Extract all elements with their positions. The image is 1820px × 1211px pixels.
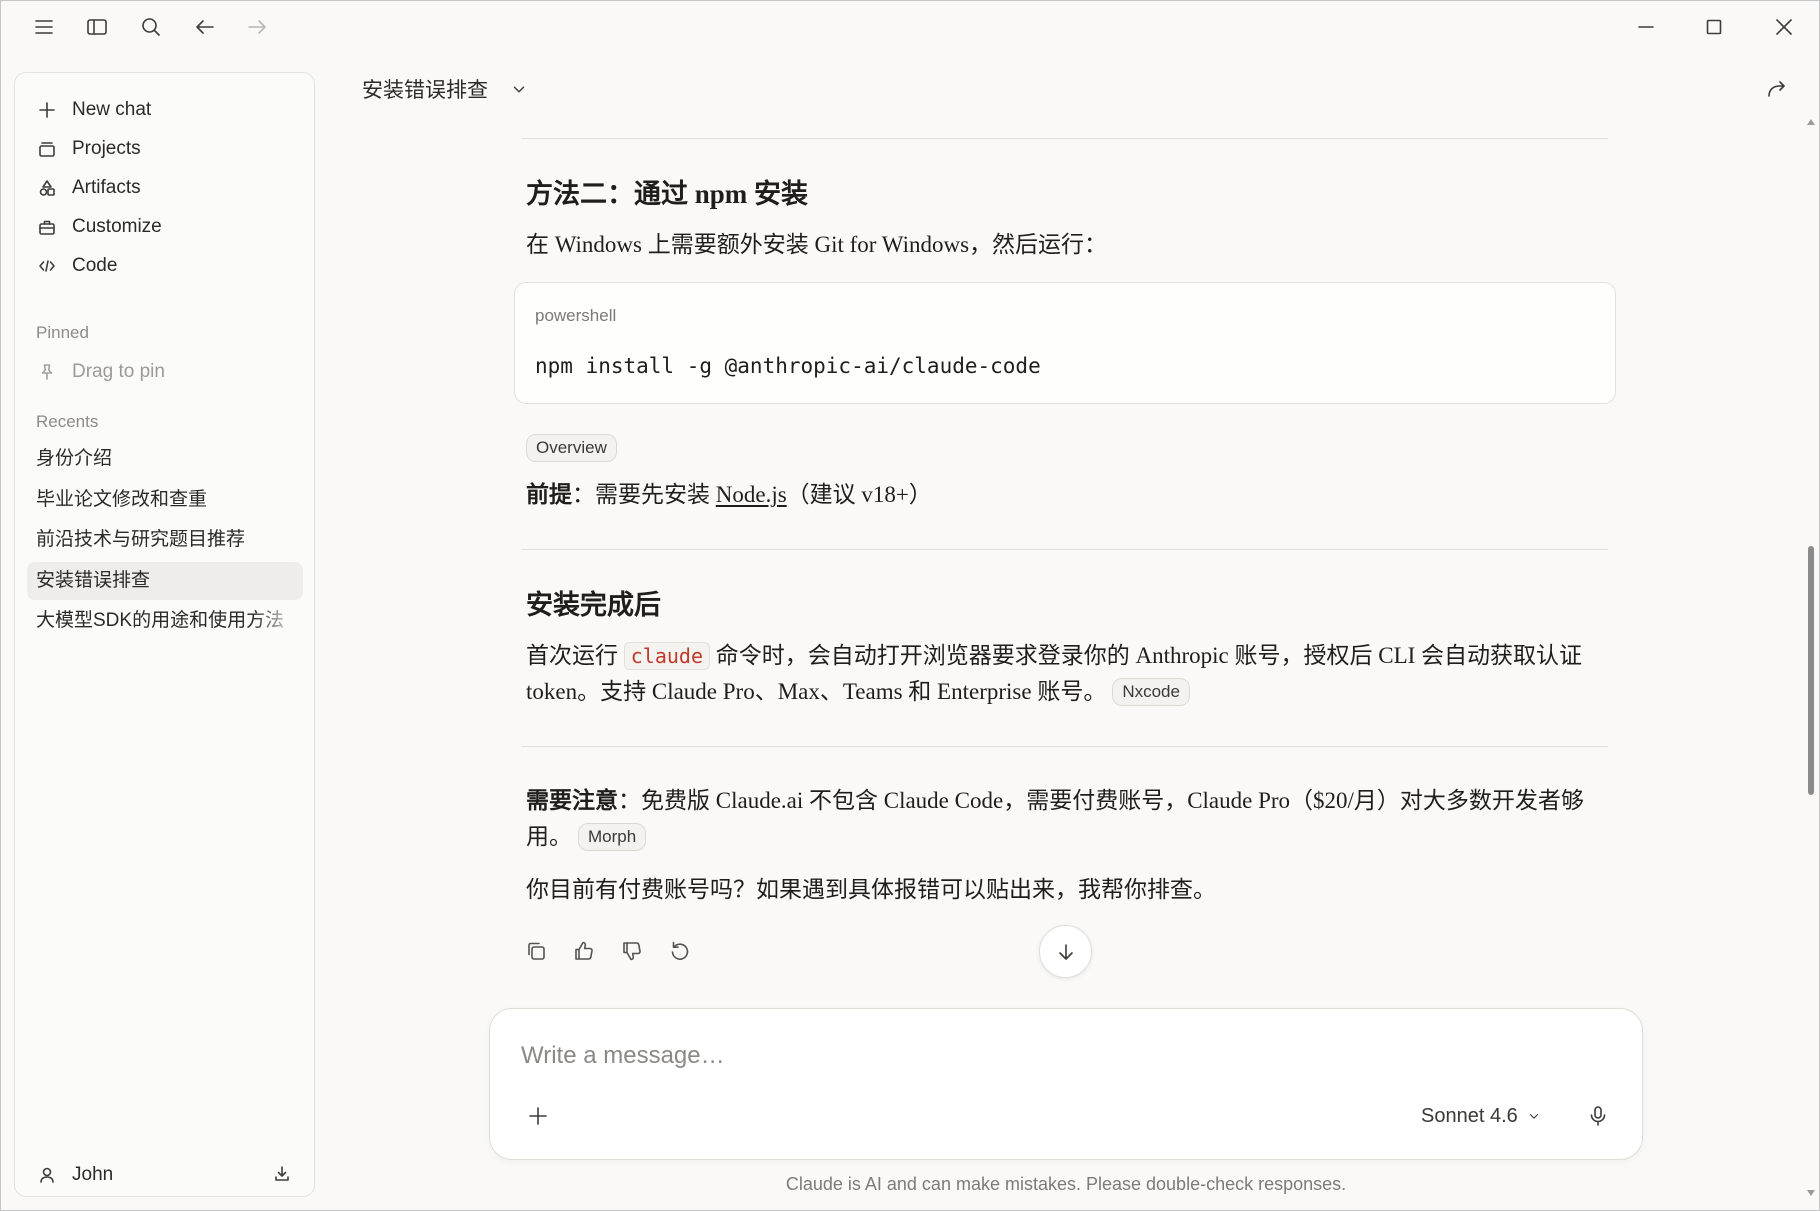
back-arrow-icon[interactable] [193,15,217,39]
sidebar-item-customize[interactable]: Customize [15,207,314,246]
divider [522,138,1608,139]
scroll-to-bottom-button[interactable] [1039,925,1092,978]
recents-list: 身份介绍 毕业论文修改和查重 前沿技术与研究题目推荐 安装错误排查 大模型SDK… [27,440,303,643]
copy-icon[interactable] [524,939,548,963]
drag-to-pin-label: Drag to pin [72,360,165,382]
source-row: Overview [526,428,1604,462]
paragraph: 首次运行 claude 命令时，会自动打开浏览器要求登录你的 Anthropic… [526,638,1604,710]
scrollbar-thumb[interactable] [1808,546,1814,795]
user-profile[interactable]: John [15,1155,314,1194]
message-composer: Sonnet 4.6 [489,1008,1643,1160]
recent-chat-item[interactable]: 身份介绍 [27,440,303,478]
search-icon[interactable] [139,15,163,39]
scroll-up-arrow[interactable] [1807,119,1815,125]
close-icon[interactable] [1772,15,1796,39]
sidebar: New chat Projects Artifacts Customize Co… [14,72,315,1197]
recent-chat-item[interactable]: 毕业论文修改和查重 [27,481,303,519]
recent-chat-item[interactable]: 安装错误排查 [27,561,303,600]
source-badge[interactable]: Morph [578,822,647,851]
chat-title-menu[interactable]: 安装错误排查 [362,75,528,103]
model-name: Sonnet 4.6 [1421,1104,1518,1127]
note-label: 需要注意 [526,788,618,813]
pinned-heading: Pinned [36,323,89,342]
user-name: John [72,1163,114,1185]
nav-label: Customize [72,215,162,237]
briefcase-icon [37,217,57,237]
projects-icon [37,139,57,159]
nav-label: New chat [72,98,152,120]
prerequisite-label: 前提 [526,482,572,507]
source-badge[interactable]: Nxcode [1112,677,1190,706]
forward-arrow-icon[interactable] [245,15,269,39]
sidebar-nav: New chat Projects Artifacts Customize Co… [15,90,314,285]
prerequisite-paragraph: 前提：需要先安装 Node.js（建议 v18+） [526,477,1604,513]
prerequisite-version: （建议 v18+） [786,482,932,507]
sidebar-toggle-icon[interactable] [85,15,109,39]
sidebar-item-projects[interactable]: Projects [15,129,314,168]
download-icon[interactable] [272,1164,292,1184]
model-selector[interactable]: Sonnet 4.6 [1421,1102,1541,1130]
add-attachment-icon[interactable] [526,1104,550,1128]
source-badge[interactable]: Overview [526,433,617,462]
message-input[interactable] [521,1042,1601,1070]
new-chat-button[interactable]: New chat [15,90,314,129]
nav-label: Artifacts [72,176,141,198]
divider [522,549,1608,550]
code-command: npm install -g @anthropic-ai/claude-code [535,354,1041,378]
nav-label: Projects [72,137,141,159]
divider [522,746,1608,747]
maximize-icon[interactable] [1702,15,1726,39]
scroll-down-arrow[interactable] [1807,1190,1815,1196]
plus-icon [37,100,57,120]
disclaimer: Claude is AI and can make mistakes. Plea… [785,1174,1347,1194]
code-block: powershell npm install -g @anthropic-ai/… [514,282,1616,404]
nodejs-link[interactable]: Node.js [716,482,787,507]
sidebar-item-artifacts[interactable]: Artifacts [15,168,314,207]
section-heading: 方法二：通过 npm 安装 [526,179,809,209]
thumbs-up-icon[interactable] [572,939,596,963]
pin-icon [37,362,57,382]
section-heading: 安装完成后 [526,590,661,620]
paragraph: 在 Windows 上需要额外安装 Git for Windows，然后运行： [526,232,1108,257]
note-paragraph: 需要注意：免费版 Claude.ai 不包含 Claude Code，需要付费账… [526,783,1604,855]
nav-label: Code [72,254,118,276]
chat-title: 安装错误排查 [362,79,488,102]
arrow-down-icon [1058,943,1073,960]
recents-heading: Recents [36,412,99,431]
retry-icon[interactable] [668,939,692,963]
thumbs-down-icon[interactable] [620,939,644,963]
assistant-message: 方法二：通过 npm 安装 在 Windows 上需要额外安装 Git for … [514,138,1616,969]
inline-code: claude [623,642,710,670]
closing-question: 你目前有付费账号吗？如果遇到具体报错可以贴出来，我帮你排查。 [526,877,1216,902]
user-icon [37,1165,57,1185]
code-icon [37,256,57,276]
chevron-down-icon [510,80,528,98]
recent-chat-item[interactable]: 前沿技术与研究题目推荐 [27,521,303,559]
minimize-icon[interactable] [1634,15,1658,39]
code-language-label: powershell [535,306,617,325]
menu-icon[interactable] [32,15,56,39]
microphone-icon[interactable] [1586,1104,1610,1128]
drag-to-pin-zone[interactable]: Drag to pin [15,352,165,391]
share-icon[interactable] [1765,77,1789,101]
paragraph-text: 首次运行 [526,643,624,668]
recent-chat-item[interactable]: 大模型SDK的用途和使用方法 [27,602,303,640]
artifacts-icon [37,178,57,198]
chevron-down-icon [1527,1109,1541,1123]
prerequisite-text: ：需要先安装 [572,482,716,507]
sidebar-item-code[interactable]: Code [15,246,314,285]
note-text: ：免费版 Claude.ai 不包含 Claude Code，需要付费账号，Cl… [526,788,1584,849]
